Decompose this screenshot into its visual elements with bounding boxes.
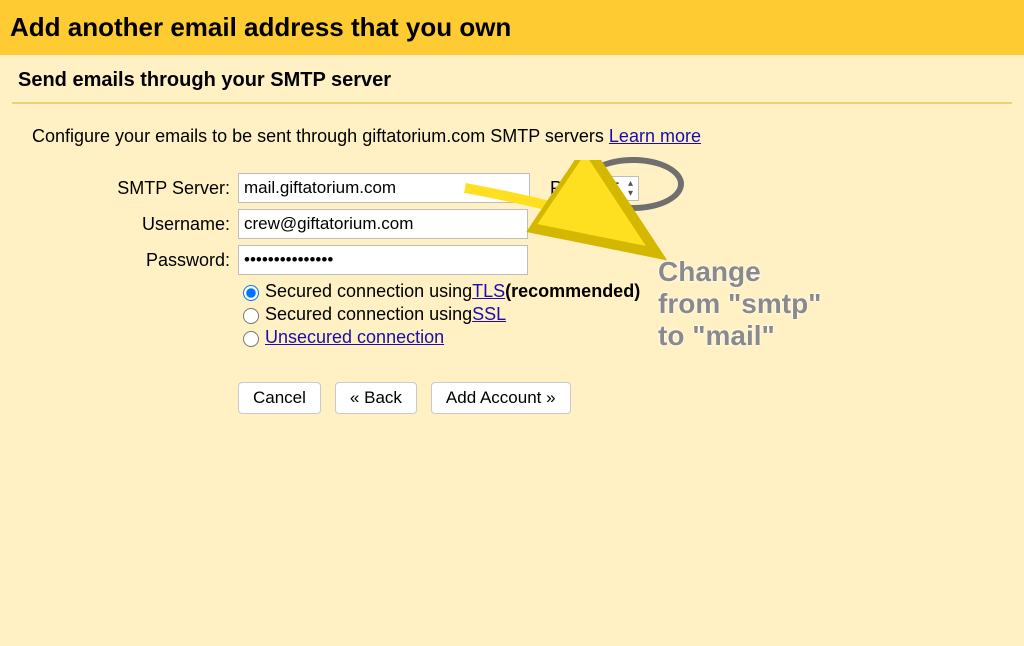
- smtp-form: SMTP Server: Port: 25 ▴▾ Username: Passw…: [0, 153, 1024, 414]
- back-button[interactable]: « Back: [335, 382, 417, 414]
- section-title: Send emails through your SMTP server: [0, 55, 1024, 102]
- password-input[interactable]: [238, 245, 528, 275]
- unsecured-option[interactable]: Unsecured connection: [238, 327, 1024, 348]
- tls-text-pre: Secured connection using: [265, 281, 472, 302]
- button-row: Cancel « Back Add Account »: [238, 382, 1024, 414]
- port-label: Port:: [550, 178, 588, 199]
- dialog-title: Add another email address that you own: [0, 0, 1024, 55]
- add-account-button[interactable]: Add Account »: [431, 382, 571, 414]
- ssl-text-pre: Secured connection using: [265, 304, 472, 325]
- username-input[interactable]: [238, 209, 528, 239]
- learn-more-link[interactable]: Learn more: [609, 126, 701, 146]
- ssl-link[interactable]: SSL: [472, 304, 506, 325]
- smtp-server-input[interactable]: [238, 173, 530, 203]
- username-label: Username:: [0, 214, 238, 235]
- ssl-option[interactable]: Secured connection using SSL: [238, 304, 1024, 325]
- intro-copy: Configure your emails to be sent through…: [32, 126, 609, 146]
- annotation-text: Change from "smtp" to "mail": [658, 256, 821, 353]
- tls-radio[interactable]: [243, 285, 259, 301]
- annotation-line3: to "mail": [658, 320, 821, 352]
- unsecured-link[interactable]: Unsecured connection: [265, 327, 444, 348]
- ssl-radio[interactable]: [243, 308, 259, 324]
- port-select[interactable]: 25: [594, 176, 639, 201]
- intro-text: Configure your emails to be sent through…: [0, 104, 1024, 153]
- tls-link[interactable]: TLS: [472, 281, 505, 302]
- unsecured-radio[interactable]: [243, 331, 259, 347]
- password-label: Password:: [0, 250, 238, 271]
- smtp-server-label: SMTP Server:: [0, 178, 238, 199]
- annotation-line1: Change: [658, 256, 821, 288]
- tls-option[interactable]: Secured connection using TLS (recommende…: [238, 281, 1024, 302]
- annotation-line2: from "smtp": [658, 288, 821, 320]
- tls-recommended: (recommended): [505, 281, 640, 302]
- cancel-button[interactable]: Cancel: [238, 382, 321, 414]
- security-options: Secured connection using TLS (recommende…: [238, 281, 1024, 348]
